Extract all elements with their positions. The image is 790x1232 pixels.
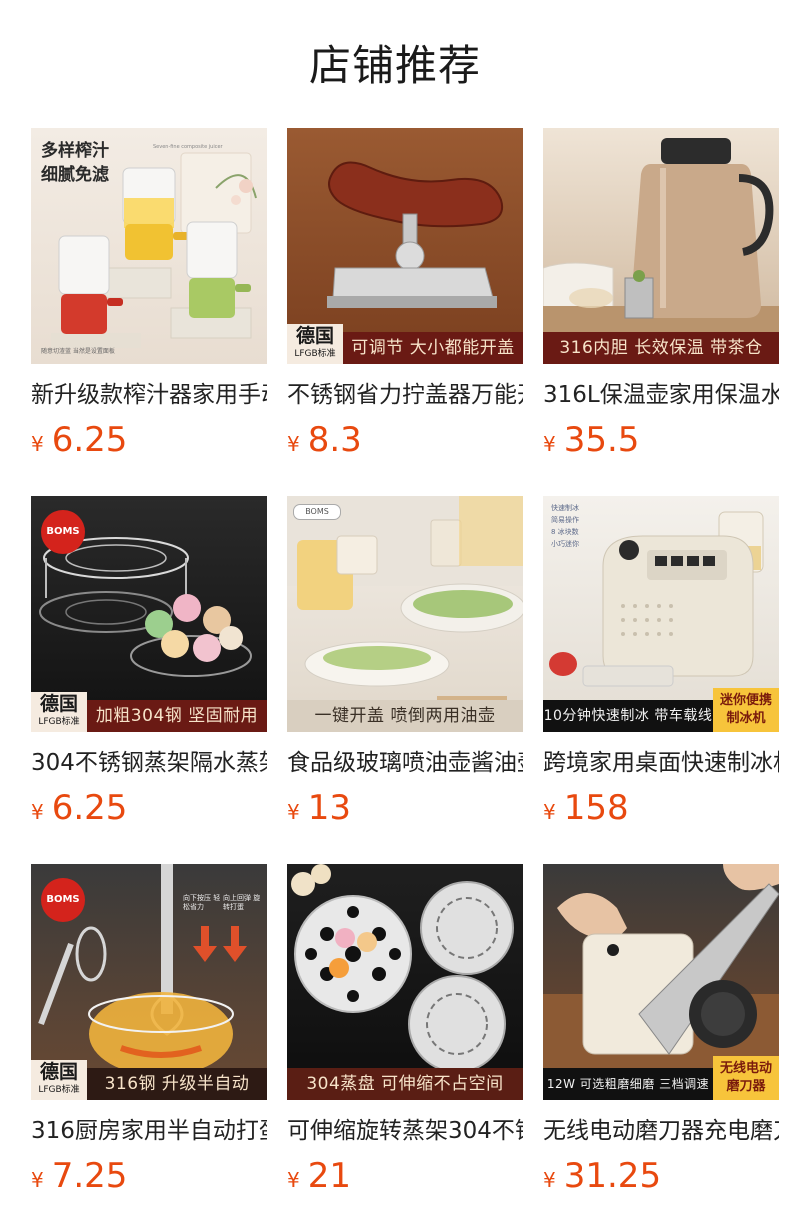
- product-image[interactable]: 316内胆 长效保温 带茶仓: [543, 128, 779, 364]
- lfgb-badge: 德国 LFGB标准: [31, 1060, 87, 1100]
- product-price: ¥13: [287, 786, 523, 830]
- badge-title: 德国: [39, 1061, 78, 1083]
- product-title[interactable]: 304不锈钢蒸架隔水蒸架: [31, 746, 267, 780]
- product-price: ¥158: [543, 786, 779, 830]
- price-value: 158: [563, 788, 629, 828]
- lfgb-badge: 德国 LFGB标准: [287, 324, 343, 364]
- product-image[interactable]: 快速制冰 简易操作 8 冰块数 小巧迷你 10分钟快速制冰 带车载线 迷你便携 …: [543, 496, 779, 732]
- currency-symbol: ¥: [287, 1168, 300, 1192]
- feature-item: 小巧迷你: [551, 540, 579, 548]
- product-price: ¥31.25: [543, 1154, 779, 1198]
- image-banner: 加粗304钢 坚固耐用: [87, 700, 267, 732]
- corner-tag: 无线电动 磨刀器: [713, 1056, 779, 1100]
- image-top-caption: Seven-fine composite juicer: [153, 144, 223, 150]
- product-image[interactable]: BOMS 德国 LFGB标准 加粗304钢 坚固耐用: [31, 496, 267, 732]
- image-banner: 12W 可选粗磨细磨 三档调速: [543, 1068, 713, 1100]
- corner-tag-line-2: 磨刀器: [726, 1079, 766, 1094]
- badge-title: 德国: [39, 693, 78, 715]
- hint-rebound: 向上回弹 旋转打蛋: [223, 894, 261, 911]
- product-price: ¥21: [287, 1154, 523, 1198]
- image-headline-1: 多样榨汁: [41, 141, 109, 161]
- badge-subtitle: LFGB标准: [294, 349, 336, 359]
- corner-tag-line-2: 制冰机: [726, 711, 766, 726]
- currency-symbol: ¥: [287, 432, 300, 456]
- currency-symbol: ¥: [543, 1168, 556, 1192]
- product-title[interactable]: 食品级玻璃喷油壶酱油壶: [287, 746, 523, 780]
- product-price: ¥6.25: [31, 418, 267, 462]
- price-value: 6.25: [51, 788, 128, 828]
- product-price: ¥7.25: [31, 1154, 267, 1198]
- product-price: ¥6.25: [31, 786, 267, 830]
- product-card[interactable]: BOMS 一键开盖 喷倒两用油壶 食品级玻璃喷油壶酱油壶 ¥13: [287, 496, 523, 830]
- image-banner: 10分钟快速制冰 带车载线: [543, 700, 713, 732]
- product-image[interactable]: BOMS 一键开盖 喷倒两用油壶: [287, 496, 523, 732]
- product-card[interactable]: BOMS 德国 LFGB标准 加粗304钢 坚固耐用 304不锈钢蒸架隔水蒸架 …: [31, 496, 267, 830]
- currency-symbol: ¥: [287, 800, 300, 824]
- feature-item: 简易操作: [551, 516, 579, 524]
- product-card[interactable]: 12W 可选粗磨细磨 三档调速 无线电动 磨刀器 无线电动磨刀器充电磨刀 ¥31…: [543, 864, 779, 1198]
- corner-tag-line-1: 迷你便携: [719, 693, 772, 708]
- product-card[interactable]: BOMS 向下按压 轻松省力 向上回弹 旋转打蛋 德国 LFGB标准 316钢 …: [31, 864, 267, 1198]
- oil-sprayer-illustration: [287, 496, 523, 708]
- product-title[interactable]: 跨境家用桌面快速制冰机: [543, 746, 779, 780]
- brand-logo: BOMS: [41, 510, 85, 554]
- image-bottom-caption: 随意切渣蓝 当然是设置面板: [41, 348, 115, 355]
- image-banner: 304蒸盘 可伸缩不占空间: [287, 1068, 523, 1100]
- image-headline-2: 细腻免滤: [41, 165, 109, 185]
- product-card[interactable]: 快速制冰 简易操作 8 冰块数 小巧迷你 10分钟快速制冰 带车载线 迷你便携 …: [543, 496, 779, 830]
- product-card[interactable]: 德国 LFGB标准 可调节 大小都能开盖 不锈钢省力拧盖器万能开罐 ¥8.3: [287, 128, 523, 462]
- badge-subtitle: LFGB标准: [38, 717, 80, 727]
- feature-item: 快速制冰: [551, 504, 579, 512]
- hint-press: 向下按压 轻松省力: [183, 894, 221, 911]
- product-card[interactable]: 316内胆 长效保温 带茶仓 316L保温壶家用保温水壶 ¥35.5: [543, 128, 779, 462]
- product-price: ¥35.5: [543, 418, 779, 462]
- corner-tag: 迷你便携 制冰机: [713, 688, 779, 732]
- currency-symbol: ¥: [543, 800, 556, 824]
- badge-subtitle: LFGB标准: [38, 1085, 80, 1095]
- image-banner: 316内胆 长效保温 带茶仓: [543, 332, 779, 364]
- price-value: 13: [307, 788, 351, 828]
- image-banner: 可调节 大小都能开盖: [343, 332, 523, 364]
- image-banner: 316钢 升级半自动: [87, 1068, 267, 1100]
- steamer-plate-illustration: [291, 864, 514, 1073]
- product-title[interactable]: 新升级款榨汁器家用手动: [31, 378, 267, 412]
- thermos-illustration: [543, 138, 779, 364]
- price-value: 7.25: [51, 1156, 128, 1196]
- product-title[interactable]: 316L保温壶家用保温水壶: [543, 378, 779, 412]
- product-title[interactable]: 无线电动磨刀器充电磨刀: [543, 1114, 779, 1148]
- brand-logo: BOMS: [293, 504, 341, 520]
- corner-tag-line-1: 无线电动: [719, 1061, 772, 1076]
- product-card[interactable]: 304蒸盘 可伸缩不占空间 可伸缩旋转蒸架304不锈钢 ¥21: [287, 864, 523, 1198]
- feature-list: 快速制冰 简易操作 8 冰块数 小巧迷你: [551, 502, 579, 550]
- product-title[interactable]: 可伸缩旋转蒸架304不锈钢: [287, 1114, 523, 1148]
- product-card[interactable]: 多样榨汁 细腻免滤 Seven-fine composite juicer 随意…: [31, 128, 267, 462]
- price-value: 35.5: [563, 420, 640, 460]
- price-value: 8.3: [307, 420, 362, 460]
- lfgb-badge: 德国 LFGB标准: [31, 692, 87, 732]
- product-image[interactable]: BOMS 向下按压 轻松省力 向上回弹 旋转打蛋 德国 LFGB标准 316钢 …: [31, 864, 267, 1100]
- brand-logo: BOMS: [41, 878, 85, 922]
- badge-title: 德国: [295, 325, 334, 347]
- currency-symbol: ¥: [543, 432, 556, 456]
- price-value: 6.25: [51, 420, 128, 460]
- product-image[interactable]: 多样榨汁 细腻免滤 Seven-fine composite juicer 随意…: [31, 128, 267, 364]
- product-price: ¥8.3: [287, 418, 523, 462]
- page-title: 店铺推荐: [308, 41, 481, 90]
- product-image[interactable]: 304蒸盘 可伸缩不占空间: [287, 864, 523, 1100]
- price-value: 31.25: [563, 1156, 662, 1196]
- product-image[interactable]: 12W 可选粗磨细磨 三档调速 无线电动 磨刀器: [543, 864, 779, 1100]
- product-title[interactable]: 不锈钢省力拧盖器万能开罐: [287, 378, 523, 412]
- currency-symbol: ¥: [31, 800, 44, 824]
- currency-symbol: ¥: [31, 1168, 44, 1192]
- price-value: 21: [307, 1156, 351, 1196]
- feature-item: 8 冰块数: [551, 528, 579, 536]
- image-banner: 一键开盖 喷倒两用油壶: [287, 700, 523, 732]
- product-title[interactable]: 316厨房家用半自动打蛋器: [31, 1114, 267, 1148]
- product-image[interactable]: 德国 LFGB标准 可调节 大小都能开盖: [287, 128, 523, 364]
- currency-symbol: ¥: [31, 432, 44, 456]
